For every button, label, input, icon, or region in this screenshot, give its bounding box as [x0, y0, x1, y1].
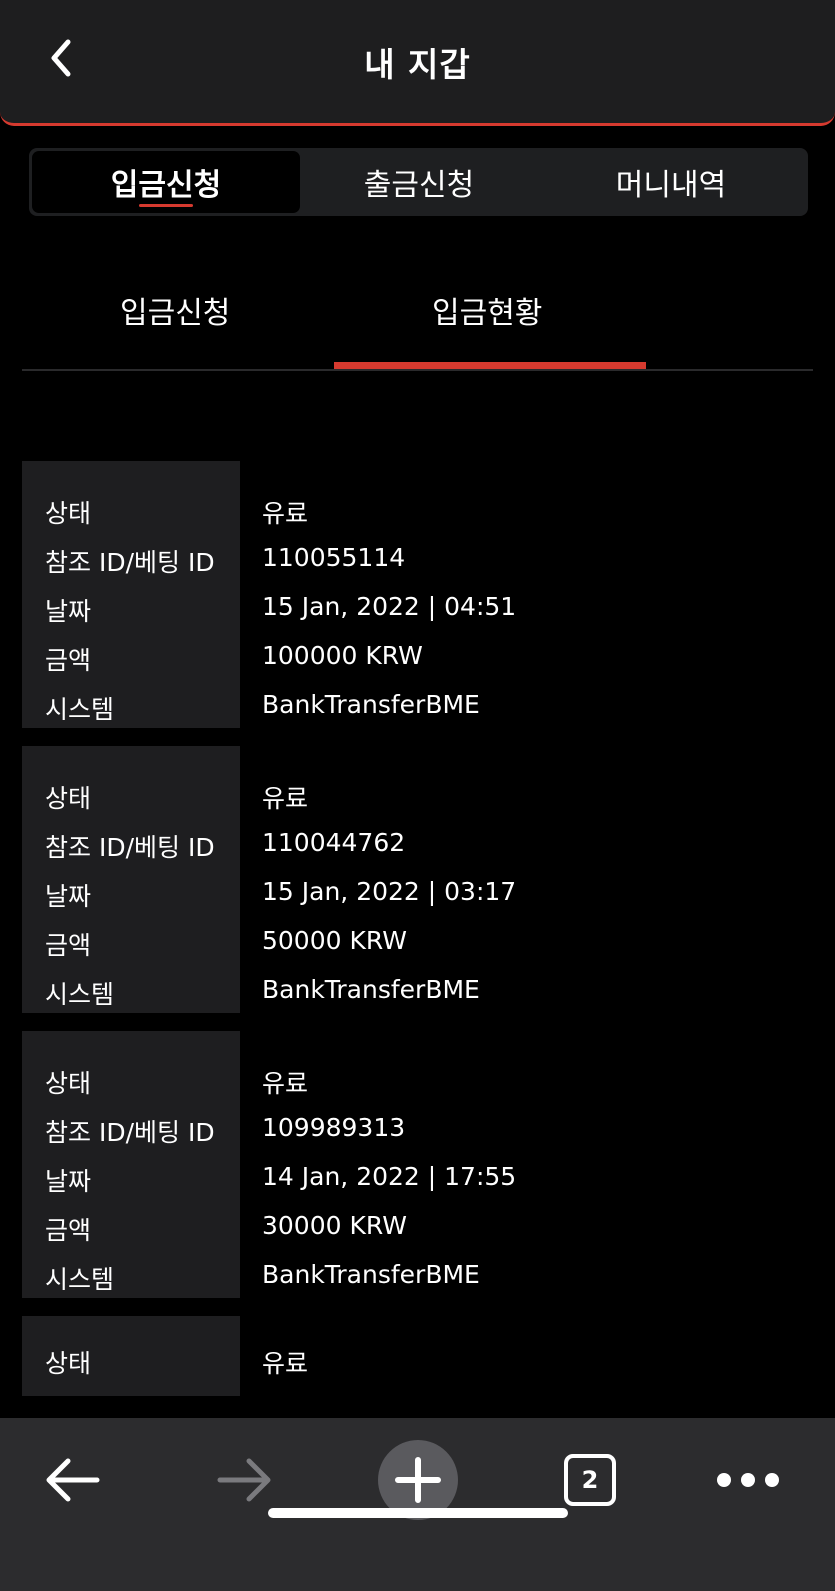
segment-money-history[interactable]: 머니내역 [537, 151, 805, 213]
field-label: 시스템 [45, 695, 115, 724]
ref-id-row: 참조 ID/베팅 ID 109989313 [22, 1105, 813, 1154]
amount-value: 30000 KRW [262, 1211, 407, 1240]
field-label: 금액 [45, 1216, 92, 1245]
field-label: 날짜 [45, 882, 92, 911]
ref-id-value: 110044762 [262, 828, 406, 857]
wallet-segment-control: 입금신청 출금신청 머니내역 [29, 148, 808, 216]
deposit-record-card: 상태 유료 참조 ID/베팅 ID 109989313 날짜 14 Jan, 2… [22, 1031, 813, 1298]
tabs-icon: 2 [564, 1454, 616, 1506]
forward-arrow-icon [217, 1458, 271, 1502]
segment-label: 입금신청 [110, 168, 222, 203]
status-value: 유료 [262, 784, 309, 813]
field-label: 상태 [45, 499, 92, 528]
ref-id-value: 110055114 [262, 543, 406, 572]
field-label: 날짜 [45, 1167, 92, 1196]
field-label: 시스템 [45, 980, 115, 1009]
active-tab-indicator [334, 362, 646, 369]
browser-back-button[interactable] [32, 1440, 112, 1520]
segment-label: 출금신청 [363, 168, 475, 203]
field-label: 시스템 [45, 1265, 115, 1294]
amount-row: 금액 30000 KRW [22, 1203, 813, 1252]
ref-id-row: 참조 ID/베팅 ID 110055114 [22, 535, 813, 584]
status-value: 유료 [262, 1349, 309, 1378]
date-row: 날짜 14 Jan, 2022 | 17:55 [22, 1154, 813, 1203]
field-label: 참조 ID/베팅 ID [45, 833, 215, 862]
date-row: 날짜 15 Jan, 2022 | 04:51 [22, 584, 813, 633]
field-label: 상태 [45, 1069, 92, 1098]
field-label: 금액 [45, 646, 92, 675]
field-label: 상태 [45, 784, 92, 813]
date-value: 15 Jan, 2022 | 04:51 [262, 592, 517, 621]
status-row: 상태 유료 [22, 1336, 813, 1385]
active-segment-indicator [139, 204, 193, 207]
system-row: 시스템 BankTransferBME [22, 682, 813, 731]
field-label: 상태 [45, 1349, 92, 1378]
amount-row: 금액 50000 KRW [22, 918, 813, 967]
segment-label: 머니내역 [615, 168, 727, 203]
field-label: 참조 ID/베팅 ID [45, 548, 215, 577]
segment-withdraw-request[interactable]: 출금신청 [285, 151, 553, 213]
deposit-record-card: 상태 유료 참조 ID/베팅 ID 110055114 날짜 15 Jan, 2… [22, 461, 813, 728]
amount-value: 100000 KRW [262, 641, 423, 670]
system-value: BankTransferBME [262, 690, 480, 719]
tab-deposit-request[interactable]: 입금신청 [120, 288, 230, 332]
deposit-record-card: 상태 유료 참조 ID/베팅 ID 110044762 날짜 15 Jan, 2… [22, 746, 813, 1013]
back-arrow-icon [46, 1458, 100, 1502]
ref-id-value: 109989313 [262, 1113, 406, 1142]
more-icon [717, 1473, 779, 1487]
status-value: 유료 [262, 1069, 309, 1098]
status-value: 유료 [262, 499, 309, 528]
field-label: 금액 [45, 931, 92, 960]
ref-id-row: 참조 ID/베팅 ID 110044762 [22, 820, 813, 869]
plus-icon [395, 1457, 441, 1503]
system-value: BankTransferBME [262, 975, 480, 1004]
more-button[interactable] [708, 1440, 788, 1520]
field-label: 참조 ID/베팅 ID [45, 1118, 215, 1147]
amount-row: 금액 100000 KRW [22, 633, 813, 682]
status-row: 상태 유료 [22, 1056, 813, 1105]
system-row: 시스템 BankTransferBME [22, 1252, 813, 1301]
date-value: 15 Jan, 2022 | 03:17 [262, 877, 517, 906]
system-value: BankTransferBME [262, 1260, 480, 1289]
system-row: 시스템 BankTransferBME [22, 967, 813, 1016]
status-row: 상태 유료 [22, 486, 813, 535]
status-row: 상태 유료 [22, 771, 813, 820]
segment-deposit-request[interactable]: 입금신청 [32, 151, 300, 213]
amount-value: 50000 KRW [262, 926, 407, 955]
deposit-subtabs: 입금신청 입금현황 [22, 270, 813, 371]
home-indicator [268, 1508, 568, 1518]
app-header: 내 지갑 [0, 0, 835, 126]
date-value: 14 Jan, 2022 | 17:55 [262, 1162, 517, 1191]
field-label: 날짜 [45, 597, 92, 626]
date-row: 날짜 15 Jan, 2022 | 03:17 [22, 869, 813, 918]
browser-toolbar: 2 [0, 1418, 835, 1591]
page-title: 내 지갑 [364, 45, 471, 84]
tab-deposit-status[interactable]: 입금현황 [432, 288, 542, 332]
deposit-record-card: 상태 유료 [22, 1316, 813, 1418]
